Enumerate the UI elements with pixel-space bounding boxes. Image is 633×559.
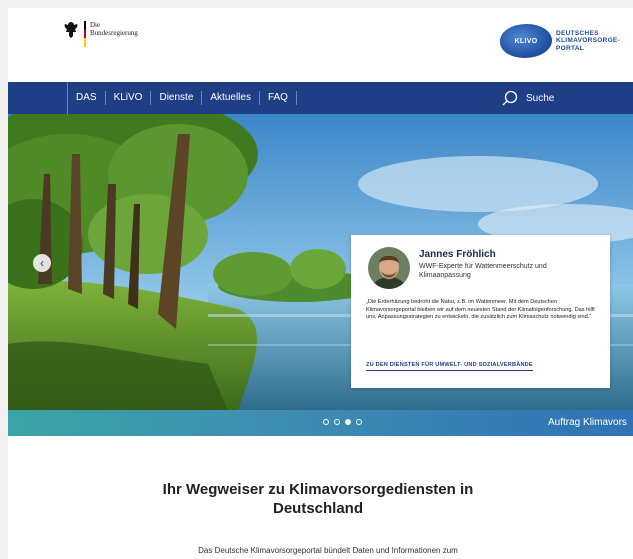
slider-dots [323, 419, 362, 425]
search-label: Suche [526, 92, 555, 104]
klivo-line2: KLIMAVORSORGE- [556, 37, 621, 45]
klivo-line3: PORTAL [556, 44, 585, 52]
klivo-line1: DEUTSCHES [556, 29, 599, 37]
person-name: Jannes Fröhlich [419, 249, 496, 260]
klivo-wordmark: DEUTSCHES KLIMAVORSORGE- PORTAL [556, 30, 620, 53]
site-header: Die Bundesregierung KLIVO DEUTSCHES KLIM… [8, 8, 633, 82]
slider-dot-1[interactable] [323, 419, 329, 425]
avatar [368, 247, 410, 289]
page: Die Bundesregierung KLIVO DEUTSCHES KLIM… [8, 8, 633, 559]
testimonial-card: Jannes Fröhlich WWF-Experte für Wattenme… [351, 235, 610, 388]
intro-text: Das Deutsche Klimavorsorgeportal bündelt… [198, 546, 458, 555]
slider-prev-button[interactable]: ‹ [33, 254, 51, 272]
nav-item-das[interactable]: DAS [68, 91, 106, 105]
slider-dot-4[interactable] [356, 419, 362, 425]
gov-logo-line1: Die [90, 21, 101, 29]
gov-logo-text: Die Bundesregierung [90, 21, 150, 37]
nav-item-faq[interactable]: FAQ [260, 91, 297, 105]
person-role: WWF-Experte für Wattenmeerschutz und Kli… [419, 263, 547, 279]
nav-item-aktuelles[interactable]: Aktuelles [202, 91, 260, 105]
page-headline: Ihr Wegweiser zu Klimavorsorgediensten i… [162, 481, 474, 517]
flag-bar [84, 21, 86, 47]
search-button[interactable]: Suche [502, 90, 554, 106]
eagle-icon [64, 22, 78, 38]
nav-item-klivo[interactable]: KLiVO [106, 91, 152, 105]
nav-item-dienste[interactable]: Dienste [151, 91, 203, 105]
next-slide-label[interactable]: Auftrag Klimavors [548, 417, 627, 428]
nav-items: DAS KLiVO Dienste Aktuelles FAQ [67, 82, 297, 114]
slider-dot-2[interactable] [334, 419, 340, 425]
portrait-image [368, 247, 410, 289]
gov-logo-line2: Bundesregierung [90, 29, 138, 37]
slider-band: Auftrag Klimavors [8, 410, 633, 436]
quote-text: „Die Erderhitzung bedroht die Natur, z.B… [366, 299, 595, 321]
klivo-badge: KLIVO [500, 24, 552, 58]
search-icon [502, 90, 518, 106]
bundesregierung-logo[interactable]: Die Bundesregierung [63, 21, 150, 47]
main-nav: DAS KLiVO Dienste Aktuelles FAQ Suche [8, 82, 633, 114]
services-link[interactable]: ZU DEN DIENSTEN FÜR UMWELT- UND SOZIALVE… [366, 362, 533, 371]
slider-dot-3[interactable] [345, 419, 351, 425]
klivo-logo[interactable]: KLIVO DEUTSCHES KLIMAVORSORGE- PORTAL [500, 24, 620, 58]
hero-slider: ‹ Jannes Fröhlich WWF-Experte für Watten… [8, 114, 633, 410]
